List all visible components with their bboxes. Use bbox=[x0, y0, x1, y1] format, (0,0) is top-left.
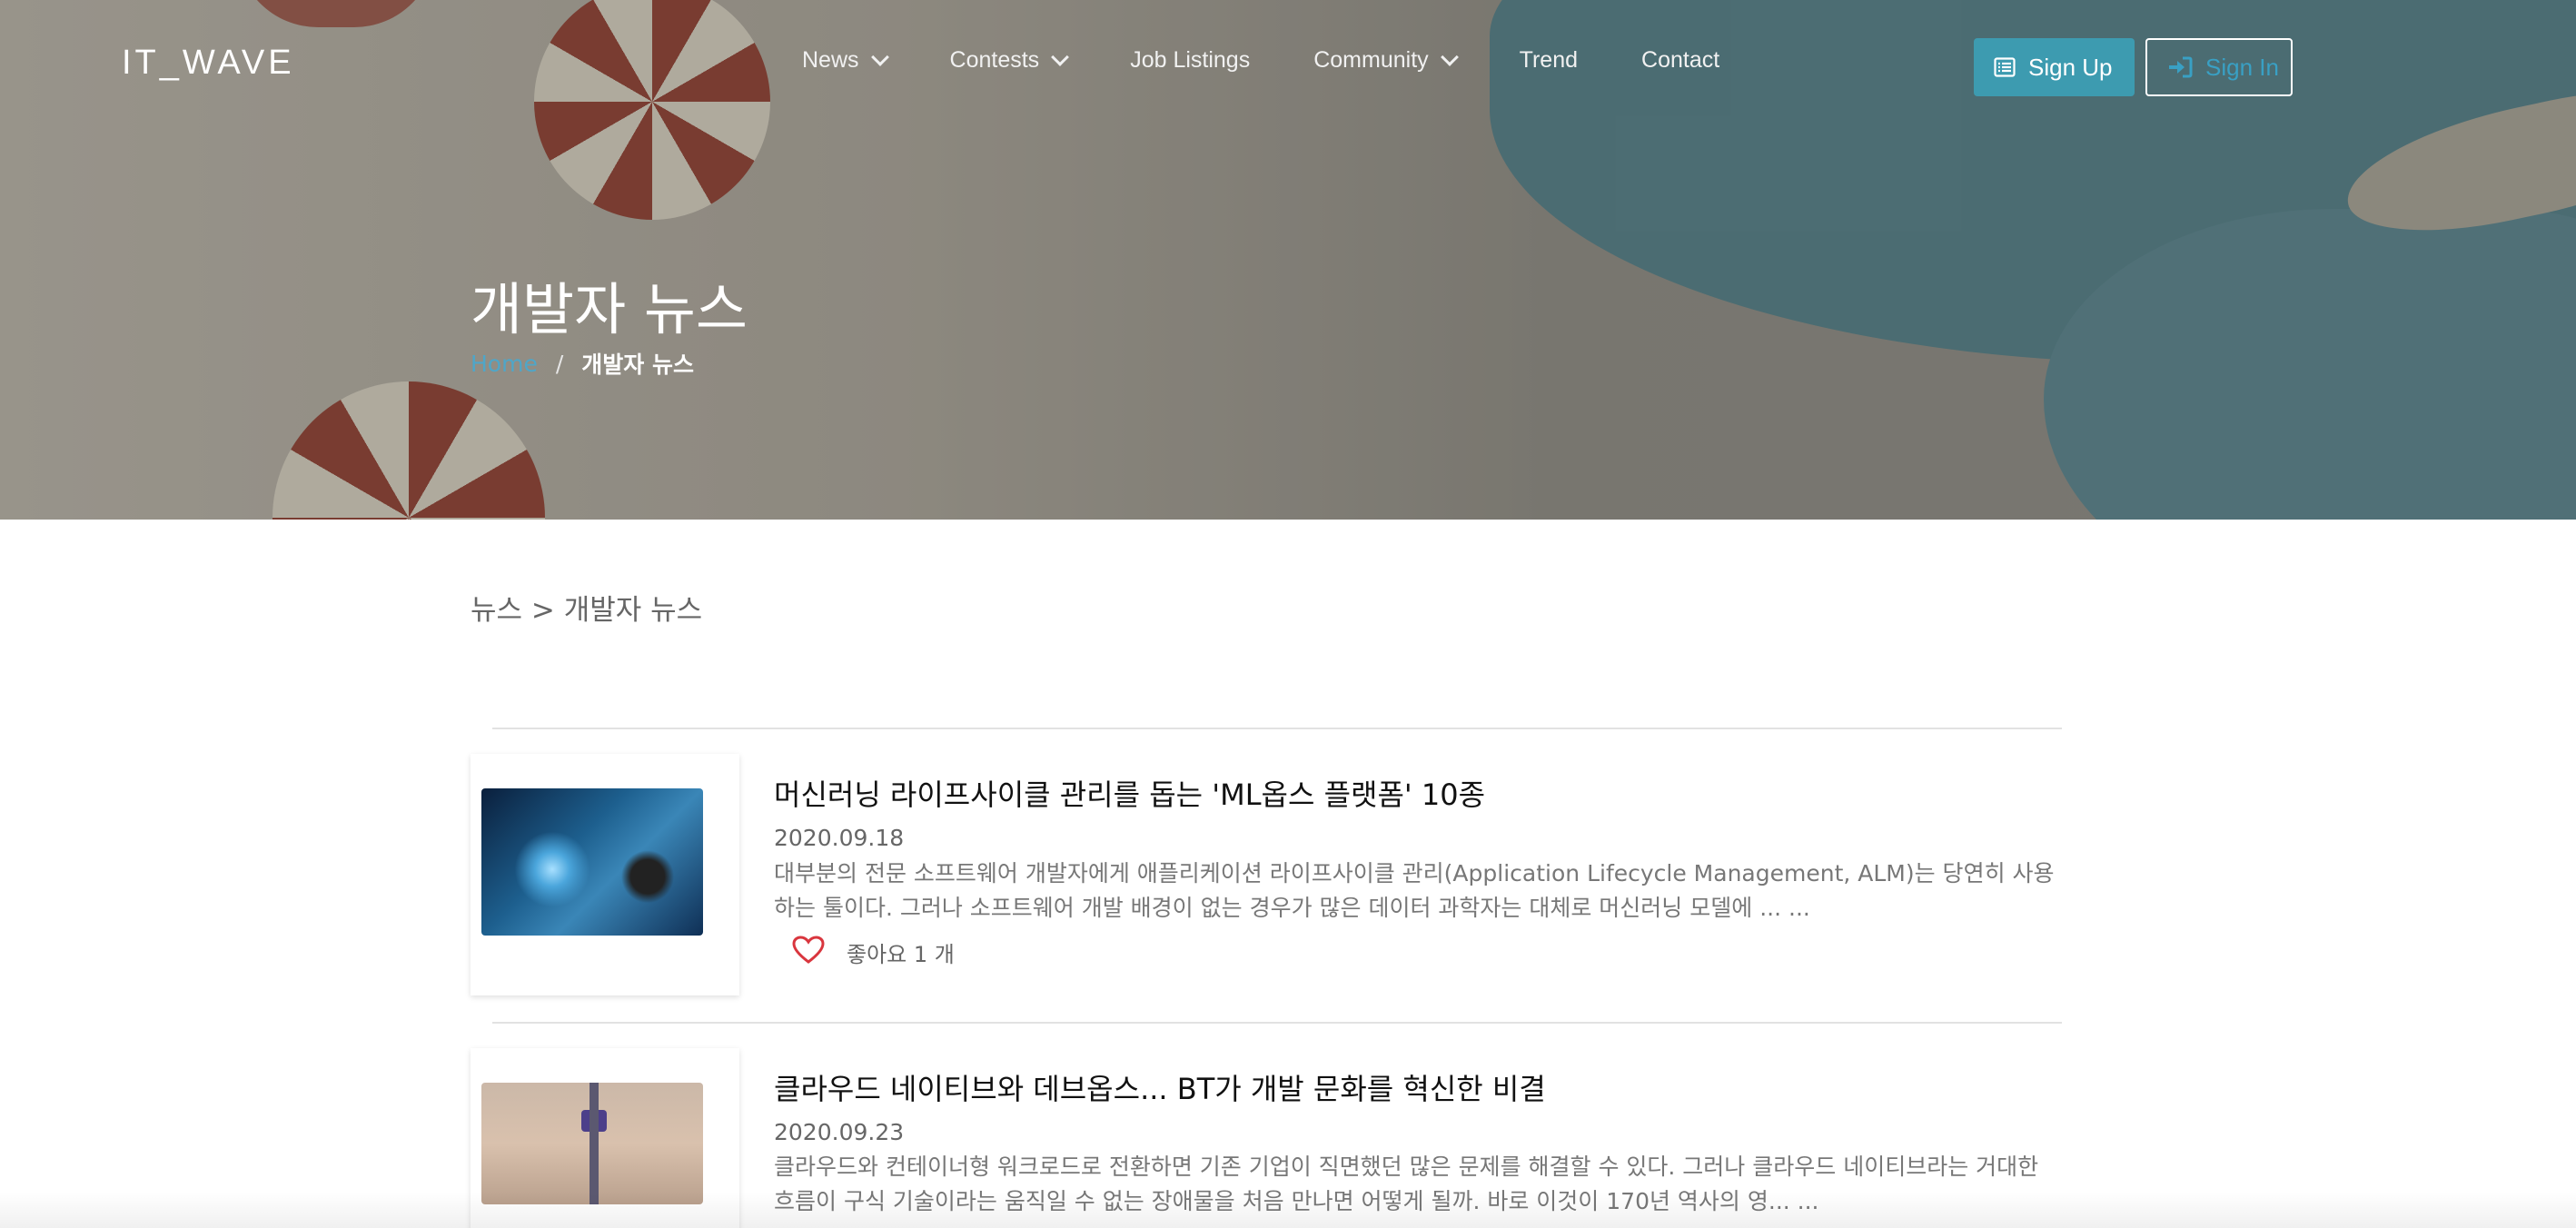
site-logo[interactable]: IT_WAVE bbox=[122, 44, 295, 83]
sign-up-label: Sign Up bbox=[2028, 53, 2113, 81]
nav-item-community[interactable]: Community bbox=[1313, 47, 1459, 74]
sign-up-button[interactable]: Sign Up bbox=[1974, 38, 2135, 96]
breadcrumb: Home / 개발자 뉴스 bbox=[471, 347, 694, 380]
nav-item-job-listings-label: Job Listings bbox=[1130, 47, 1251, 73]
heart-icon[interactable] bbox=[792, 936, 825, 968]
chevron-down-icon bbox=[870, 47, 889, 66]
sign-in-button[interactable]: Sign In bbox=[2145, 38, 2293, 96]
article-thumbnail-image[interactable] bbox=[481, 788, 703, 936]
nav-item-trend-label: Trend bbox=[1519, 47, 1579, 73]
article-thumbnail-image[interactable] bbox=[481, 1083, 703, 1204]
nav-item-job-listings[interactable]: Job Listings bbox=[1130, 47, 1250, 74]
bottom-fade bbox=[0, 1192, 2576, 1228]
like-row: 좋아요 1 개 bbox=[792, 936, 955, 968]
nav-item-trend[interactable]: Trend bbox=[1520, 47, 1578, 74]
chevron-down-icon bbox=[1440, 47, 1459, 66]
sign-in-label: Sign In bbox=[2205, 53, 2279, 81]
hero-banner: IT_WAVE News Contests Job Listings Commu… bbox=[0, 0, 2576, 520]
nav-item-news-label: News bbox=[802, 47, 859, 73]
article-title[interactable]: 클라우드 네이티브와 데브옵스... BT가 개발 문화를 혁신한 비결 bbox=[774, 1066, 1546, 1108]
divider bbox=[492, 1022, 2062, 1024]
article-thumbnail-card[interactable] bbox=[471, 754, 739, 995]
breadcrumb-current: 개발자 뉴스 bbox=[581, 352, 694, 378]
article-title[interactable]: 머신러닝 라이프사이클 관리를 돕는 'ML옵스 플랫폼' 10종 bbox=[774, 772, 1485, 814]
breadcrumb-separator: / bbox=[555, 350, 564, 377]
breadcrumb-home-link[interactable]: Home bbox=[471, 351, 538, 377]
article-date: 2020.09.18 bbox=[774, 825, 905, 851]
nav-item-contests-label: Contests bbox=[949, 47, 1040, 73]
main-nav: News Contests Job Listings Community Tre… bbox=[802, 47, 1783, 74]
nav-item-contact[interactable]: Contact bbox=[1641, 47, 1719, 74]
tower-mast bbox=[590, 1083, 599, 1204]
nav-item-news[interactable]: News bbox=[802, 47, 889, 74]
nav-item-contact-label: Contact bbox=[1641, 47, 1720, 73]
like-count: 좋아요 1 개 bbox=[847, 941, 955, 967]
article-excerpt: 대부분의 전문 소프트웨어 개발자에게 애플리케이션 라이프사이클 관리(App… bbox=[774, 860, 2055, 921]
chevron-down-icon bbox=[1051, 47, 1070, 66]
sign-in-icon bbox=[2167, 56, 2193, 78]
nav-item-community-label: Community bbox=[1313, 47, 1429, 73]
article-date: 2020.09.23 bbox=[774, 1119, 905, 1145]
page-title: 개발자 뉴스 bbox=[471, 276, 748, 342]
nav-item-contests[interactable]: Contests bbox=[949, 47, 1070, 74]
list-icon bbox=[1994, 57, 2016, 77]
divider bbox=[492, 728, 2062, 729]
section-path: 뉴스 > 개발자 뉴스 bbox=[471, 594, 703, 627]
